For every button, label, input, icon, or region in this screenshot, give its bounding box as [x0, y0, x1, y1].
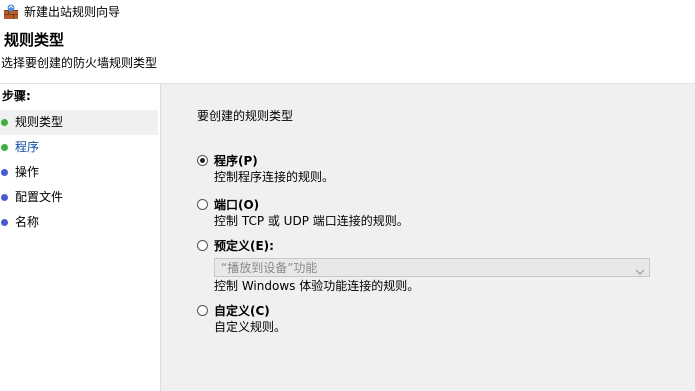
- radio-program[interactable]: [197, 155, 208, 166]
- step-action[interactable]: 操作: [0, 160, 158, 185]
- step-dot-icon: [1, 194, 8, 201]
- step-label: 操作: [15, 165, 40, 179]
- step-dot-icon: [1, 219, 8, 226]
- radio-predefined[interactable]: [197, 240, 208, 251]
- step-name[interactable]: 名称: [0, 210, 158, 235]
- firewall-icon: [3, 4, 19, 20]
- step-dot-icon: [1, 169, 8, 176]
- option-description: 控制 TCP 或 UDP 端口连接的规则。: [214, 214, 409, 228]
- dropdown-value: “播放到设备”功能: [221, 261, 318, 275]
- predefined-dropdown[interactable]: “播放到设备”功能: [214, 258, 650, 277]
- step-label: 配置文件: [15, 190, 64, 204]
- option-label: 自定义(C): [214, 304, 270, 318]
- wizard-header: 规则类型 选择要创建的防火墙规则类型: [0, 24, 695, 84]
- question-label: 要创建的规则类型: [197, 109, 294, 123]
- step-label: 规则类型: [15, 115, 64, 129]
- window-title: 新建出站规则向导: [24, 5, 121, 19]
- step-profile[interactable]: 配置文件: [0, 185, 158, 210]
- radio-port[interactable]: [197, 199, 208, 210]
- page-title: 规则类型: [4, 31, 65, 49]
- option-label: 端口(O): [214, 198, 260, 212]
- steps-label: 步骤:: [2, 89, 31, 103]
- step-label: 名称: [15, 215, 40, 229]
- step-dot-icon: [1, 144, 8, 151]
- step-dot-icon: [1, 119, 8, 126]
- option-label: 预定义(E):: [214, 239, 274, 253]
- page-subtitle: 选择要创建的防火墙规则类型: [1, 56, 158, 70]
- option-label: 程序(P): [214, 154, 258, 168]
- option-description: 控制 Windows 体验功能连接的规则。: [214, 279, 420, 293]
- main-panel: 要创建的规则类型 程序(P) 控制程序连接的规则。 端口(O) 控制 TCP 或…: [161, 84, 695, 391]
- chevron-down-icon: [635, 262, 645, 275]
- step-rule-type[interactable]: 规则类型: [0, 110, 158, 135]
- radio-custom[interactable]: [197, 305, 208, 316]
- steps-sidebar: 步骤: 规则类型 程序 操作 配置文件 名称: [0, 84, 161, 391]
- option-description: 自定义规则。: [214, 320, 287, 334]
- step-label: 程序: [15, 140, 40, 154]
- option-description: 控制程序连接的规则。: [214, 170, 335, 184]
- step-program[interactable]: 程序: [0, 135, 158, 160]
- title-bar: 新建出站规则向导: [0, 0, 695, 24]
